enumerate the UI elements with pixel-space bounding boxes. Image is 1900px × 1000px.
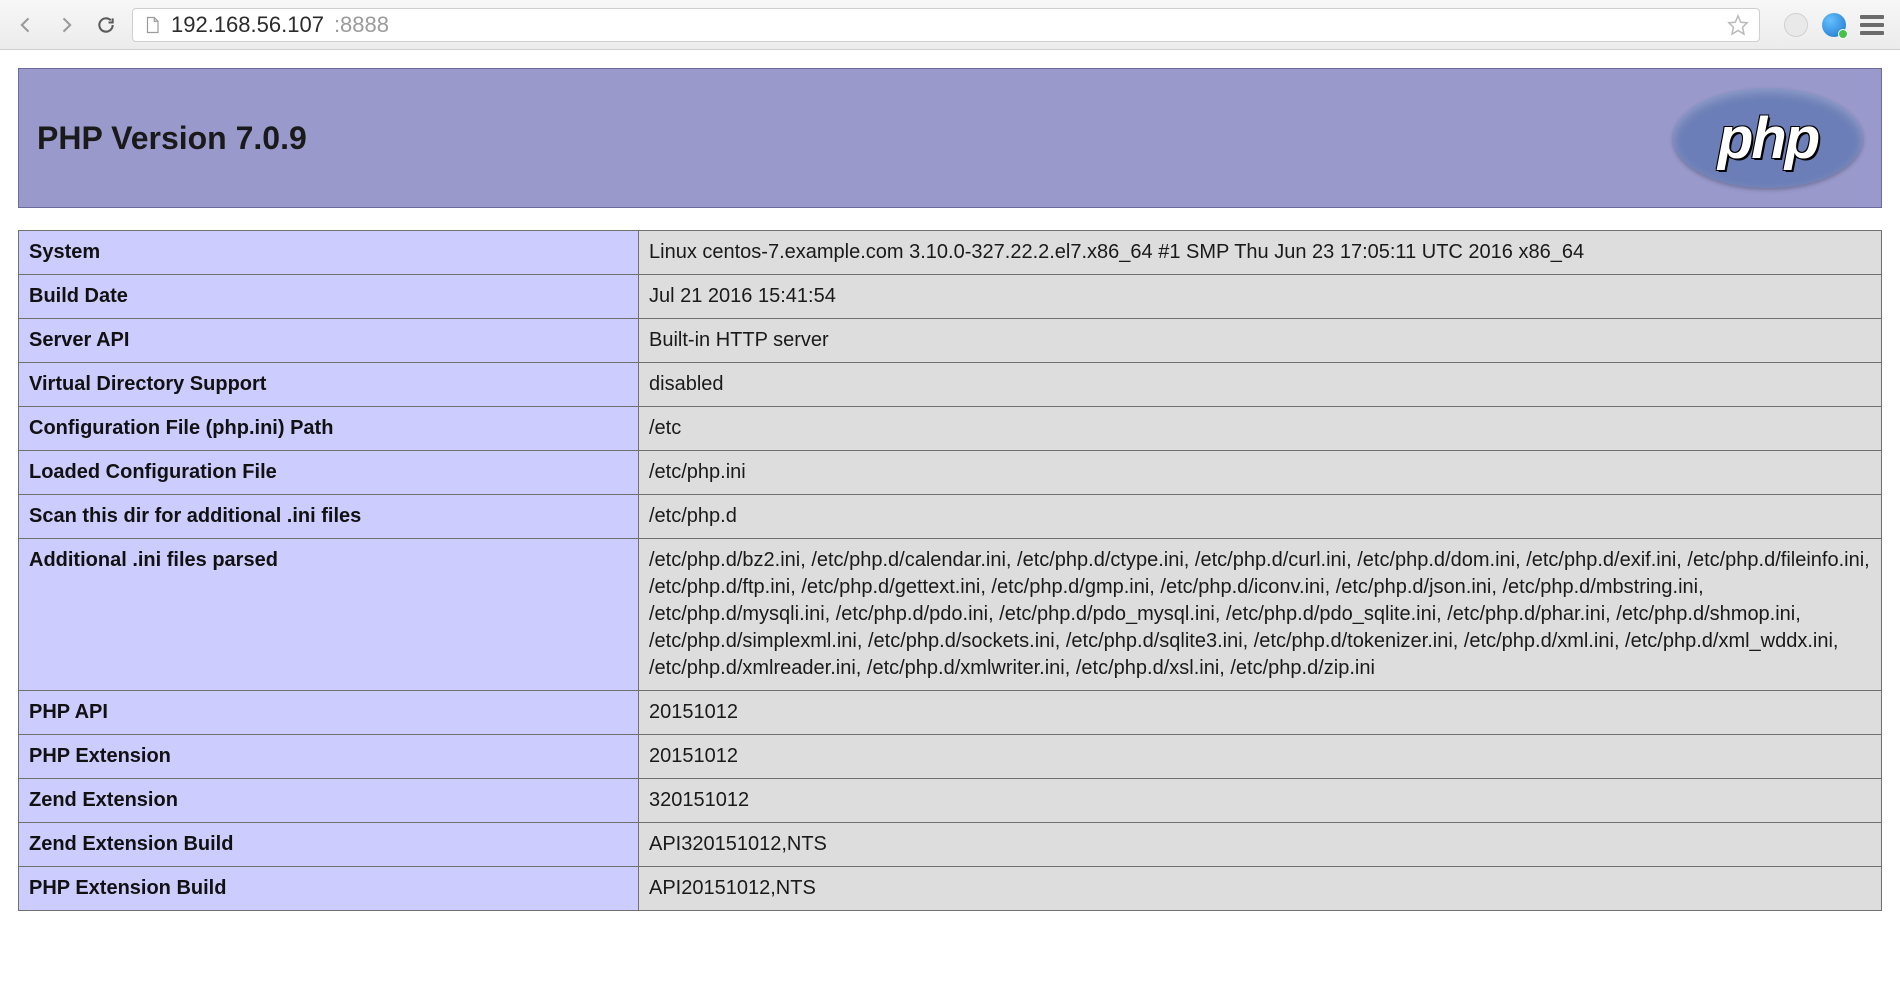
globe-icon[interactable] <box>1822 13 1846 37</box>
config-key: System <box>19 231 639 275</box>
url-bar[interactable]: 192.168.56.107 :8888 <box>132 8 1760 42</box>
php-logo-text: php <box>1718 105 1818 172</box>
table-row: Loaded Configuration File/etc/php.ini <box>19 451 1882 495</box>
url-port: :8888 <box>334 12 389 38</box>
config-key: Configuration File (php.ini) Path <box>19 407 639 451</box>
config-value: /etc/php.d/bz2.ini, /etc/php.d/calendar.… <box>639 539 1882 691</box>
back-button[interactable] <box>12 11 40 39</box>
reload-button[interactable] <box>92 11 120 39</box>
table-row: Additional .ini files parsed/etc/php.d/b… <box>19 539 1882 691</box>
bookmark-star-icon[interactable] <box>1727 14 1749 36</box>
config-value: 20151012 <box>639 691 1882 735</box>
config-value: disabled <box>639 363 1882 407</box>
config-value: Jul 21 2016 15:41:54 <box>639 275 1882 319</box>
extension-icon[interactable] <box>1784 13 1808 37</box>
config-key: PHP API <box>19 691 639 735</box>
table-row: PHP Extension20151012 <box>19 735 1882 779</box>
config-value: API20151012,NTS <box>639 867 1882 911</box>
browser-toolbar: 192.168.56.107 :8888 <box>0 0 1900 50</box>
forward-button[interactable] <box>52 11 80 39</box>
url-host: 192.168.56.107 <box>171 12 324 38</box>
config-value: /etc <box>639 407 1882 451</box>
table-row: Build DateJul 21 2016 15:41:54 <box>19 275 1882 319</box>
config-key: Zend Extension Build <box>19 823 639 867</box>
document-icon <box>143 14 161 36</box>
table-row: Virtual Directory Supportdisabled <box>19 363 1882 407</box>
config-key: Virtual Directory Support <box>19 363 639 407</box>
config-key: Additional .ini files parsed <box>19 539 639 691</box>
config-key: PHP Extension Build <box>19 867 639 911</box>
config-key: Zend Extension <box>19 779 639 823</box>
toolbar-right-icons <box>1772 13 1888 37</box>
table-row: PHP Extension BuildAPI20151012,NTS <box>19 867 1882 911</box>
config-key: PHP Extension <box>19 735 639 779</box>
config-value: API320151012,NTS <box>639 823 1882 867</box>
page-content: PHP Version 7.0.9 php SystemLinux centos… <box>0 50 1900 929</box>
table-row: Zend Extension BuildAPI320151012,NTS <box>19 823 1882 867</box>
config-value: /etc/php.ini <box>639 451 1882 495</box>
config-key: Loaded Configuration File <box>19 451 639 495</box>
config-value: 20151012 <box>639 735 1882 779</box>
config-value: Linux centos-7.example.com 3.10.0-327.22… <box>639 231 1882 275</box>
phpinfo-table: SystemLinux centos-7.example.com 3.10.0-… <box>18 230 1882 911</box>
phpinfo-header: PHP Version 7.0.9 php <box>18 68 1882 208</box>
hamburger-menu-icon[interactable] <box>1860 15 1884 35</box>
config-value: /etc/php.d <box>639 495 1882 539</box>
php-logo: php <box>1673 88 1863 188</box>
table-row: Zend Extension320151012 <box>19 779 1882 823</box>
config-key: Build Date <box>19 275 639 319</box>
table-row: Scan this dir for additional .ini files/… <box>19 495 1882 539</box>
config-value: 320151012 <box>639 779 1882 823</box>
page-title: PHP Version 7.0.9 <box>37 120 307 157</box>
config-key: Scan this dir for additional .ini files <box>19 495 639 539</box>
table-row: Server APIBuilt-in HTTP server <box>19 319 1882 363</box>
table-row: SystemLinux centos-7.example.com 3.10.0-… <box>19 231 1882 275</box>
table-row: PHP API20151012 <box>19 691 1882 735</box>
config-value: Built-in HTTP server <box>639 319 1882 363</box>
config-key: Server API <box>19 319 639 363</box>
table-row: Configuration File (php.ini) Path/etc <box>19 407 1882 451</box>
